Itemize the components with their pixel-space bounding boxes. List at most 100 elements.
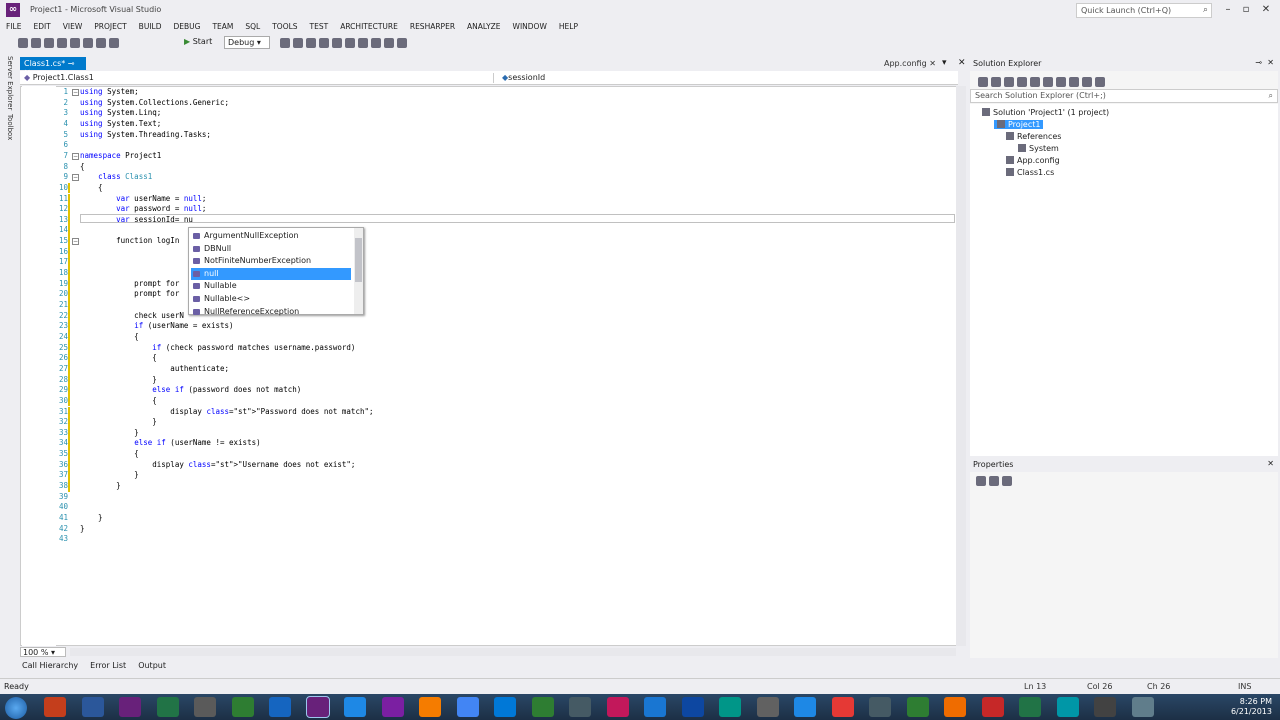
code-line[interactable]: using System.Threading.Tasks; [80,130,211,139]
code-line[interactable]: using System; [80,87,139,96]
tab-class1-cs[interactable]: Class1.cs* ⊸ ✕ [20,57,86,77]
excel-icon[interactable] [1019,697,1041,717]
menu-help[interactable]: HELP [553,20,584,34]
publisher-icon[interactable] [156,697,179,717]
undo-icon[interactable] [96,38,106,48]
code-line[interactable]: using System.Text; [80,119,161,128]
back-icon[interactable] [18,38,28,48]
code-line[interactable]: } [80,513,103,522]
collapse-icon[interactable]: − [72,152,79,160]
intellisense-popup[interactable]: ArgumentNullException DBNull NotFiniteNumb… [188,227,364,318]
menu-resharper[interactable]: RESHARPER [404,20,461,34]
comment-icon[interactable] [332,38,342,48]
maximize-button[interactable]: ▫ [1238,3,1254,17]
close-icon[interactable]: ✕ [1267,58,1274,67]
code-line[interactable]: class Class1 [80,172,152,181]
ie-edit-icon[interactable] [981,697,1004,717]
system-clock[interactable]: 8:26 PM 6/21/2013 [1222,697,1272,717]
tree-item[interactable]: System [1018,144,1059,153]
audio-icon[interactable] [869,697,891,717]
windows-start-icon[interactable] [5,697,27,719]
member-dropdown[interactable]: ◆sessionId [502,73,545,82]
close-icon[interactable]: ✕ [1267,459,1274,468]
code-line[interactable]: } [80,470,139,479]
visual-studio-icon[interactable] [305,696,330,718]
editor-horizontal-scrollbar[interactable] [70,648,956,656]
menu-build[interactable]: BUILD [133,20,168,34]
code-line[interactable]: if (userName = exists) [80,321,233,330]
collapse-icon[interactable]: − [72,174,79,182]
collapse-icon[interactable]: − [72,89,79,96]
menu-sql[interactable]: SQL [239,20,266,34]
completion-item[interactable]: DBNull [191,243,351,255]
alphabetical-icon[interactable] [989,476,999,486]
menu-tools[interactable]: TOOLS [266,20,303,34]
code-line[interactable]: } [80,375,157,384]
folder-icon[interactable] [644,697,666,717]
editor-icon[interactable] [269,697,291,717]
tree-item[interactable]: References [1006,132,1061,141]
monitor-icon[interactable] [681,697,704,717]
code-line[interactable]: } [80,524,85,533]
categorized-icon[interactable] [976,476,986,486]
completion-item[interactable]: Nullable [191,280,351,292]
code-line[interactable]: } [80,417,157,426]
paint-icon[interactable] [606,697,629,717]
tree-item[interactable]: App.config [1006,156,1060,165]
property-pages-icon[interactable] [1002,476,1012,486]
code-line[interactable]: check userN [80,311,184,320]
camtasia-icon[interactable] [531,697,554,717]
bookmark-icon[interactable] [358,38,368,48]
code-line[interactable]: var userName = null; [80,194,206,203]
tab-error-list[interactable]: Error List [88,660,128,672]
code-line[interactable]: { [80,353,157,362]
code-line[interactable]: if (check password matches username.pass… [80,343,355,352]
tab-app-config[interactable]: App.config ✕ [884,59,936,68]
visio-icon[interactable] [119,697,141,717]
collapse-icon[interactable]: − [72,238,79,246]
code-line[interactable]: using System.Collections.Generic; [80,98,229,107]
code-line[interactable]: else if (password does not match) [80,385,301,394]
zoom-select[interactable]: 100 % ▾ [20,647,66,657]
completion-item[interactable]: Nullable<> [191,293,351,305]
bookmark-clear-icon[interactable] [397,38,407,48]
uncomment-icon[interactable] [345,38,355,48]
editor-vertical-scrollbar[interactable] [956,86,966,646]
view-code-icon[interactable] [1095,77,1105,87]
calculator-icon[interactable] [569,697,591,717]
firefox-icon[interactable] [944,697,966,717]
code-line[interactable]: display class="st">"Username does not ex… [80,460,355,469]
close-button[interactable]: ✕ [1258,3,1274,17]
redo-icon[interactable] [109,38,119,48]
app-icon[interactable] [1131,697,1154,717]
code-line[interactable]: function logIn [80,236,179,245]
minimize-button[interactable]: – [1220,3,1236,17]
code-line[interactable]: { [80,162,85,171]
menu-project[interactable]: PROJECT [88,20,132,34]
close-icon[interactable]: ✕ [958,58,966,68]
forward-icon[interactable] [991,77,1001,87]
completion-item[interactable]: null [191,267,351,280]
code-line[interactable]: } [80,428,139,437]
tab-output[interactable]: Output [136,660,168,672]
code-line[interactable]: prompt for [80,279,179,288]
media-icon[interactable] [756,697,779,717]
chrome-icon[interactable] [456,697,479,717]
tree-item[interactable]: Class1.cs [1006,168,1054,177]
terminal-icon[interactable] [231,697,254,717]
properties-icon[interactable] [1082,77,1092,87]
show-all-files-icon[interactable] [1069,77,1079,87]
app-icon[interactable] [1094,697,1116,717]
completion-item[interactable]: NullReferenceException [191,306,351,318]
open-icon[interactable] [57,38,67,48]
pending-changes-icon[interactable] [1030,77,1040,87]
menu-edit[interactable]: EDIT [27,20,56,34]
network-icon[interactable] [194,697,216,717]
start-button[interactable]: ▶ Start [184,37,212,46]
type-dropdown[interactable]: ◆ Project1.Class1 [24,73,494,83]
code-line[interactable]: { [80,332,139,341]
excel-icon[interactable] [906,697,929,717]
code-line[interactable]: } [80,481,121,490]
forward-icon[interactable] [31,38,41,48]
code-line[interactable]: prompt for [80,289,179,298]
